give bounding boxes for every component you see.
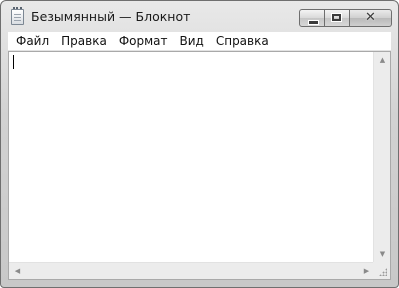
text-caret (13, 55, 14, 69)
window-title: Безымянный — Блокнот (31, 9, 191, 24)
notepad-window: Безымянный — Блокнот ✕ Файл Правка Форма… (0, 0, 399, 288)
horizontal-scrollbar[interactable]: ◀ ▶ (9, 262, 375, 279)
menu-edit[interactable]: Правка (55, 32, 113, 51)
vertical-scrollbar[interactable]: ▲ ▼ (373, 52, 390, 263)
maximize-button[interactable] (325, 9, 350, 27)
caption-buttons: ✕ (299, 9, 392, 27)
text-edit-area[interactable] (9, 52, 375, 263)
resize-grip[interactable] (373, 262, 390, 279)
menu-bar: Файл Правка Формат Вид Справка (8, 32, 391, 51)
menu-view[interactable]: Вид (174, 32, 210, 51)
maximize-icon (331, 13, 342, 22)
scroll-up-icon[interactable]: ▲ (374, 52, 390, 69)
close-button[interactable]: ✕ (350, 9, 392, 27)
minimize-button[interactable] (299, 9, 325, 27)
scroll-left-icon[interactable]: ◀ (9, 263, 26, 279)
scroll-down-icon[interactable]: ▼ (374, 246, 390, 263)
menu-file[interactable]: Файл (10, 32, 55, 51)
minimize-icon (308, 20, 319, 25)
editor-frame: ▲ ▼ ◀ ▶ (8, 51, 391, 280)
notepad-app-icon[interactable] (11, 7, 24, 25)
menu-help[interactable]: Справка (210, 32, 275, 51)
title-bar[interactable]: Безымянный — Блокнот ✕ (1, 1, 398, 31)
menu-format[interactable]: Формат (113, 32, 174, 51)
close-icon: ✕ (365, 10, 376, 25)
